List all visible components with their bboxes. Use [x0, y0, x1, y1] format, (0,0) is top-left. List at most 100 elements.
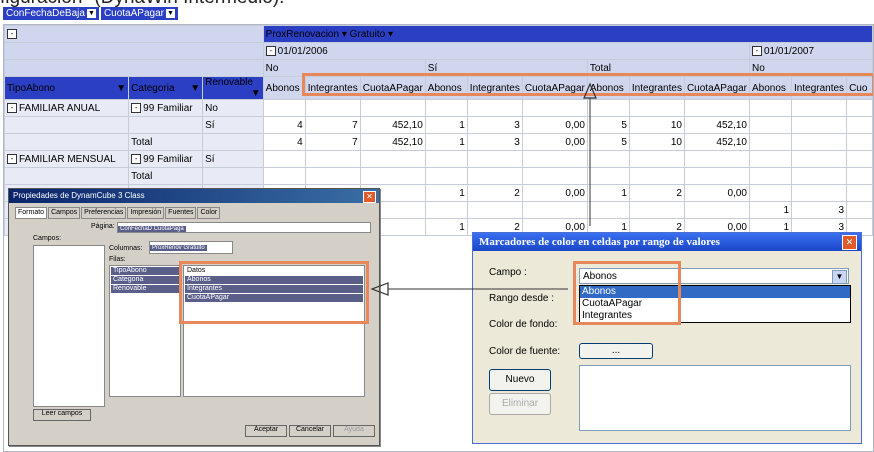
value-cell — [628, 99, 685, 117]
table-row: - FAMILIAR MENSUAL -99 Familiar Sí — [4, 150, 873, 168]
list-item[interactable]: Categoria — [111, 276, 179, 284]
columnas-label: Columnas: — [109, 245, 143, 252]
table-row: Sí 4 7 452,10 1 3 0,00 5 10 452,10 — [4, 116, 873, 134]
row-categoria-label: 99 Familiar — [143, 102, 193, 114]
column-field-gratuito[interactable]: Gratuito — [350, 29, 386, 40]
dropdown-arrow-icon[interactable]: ▼ — [190, 83, 200, 94]
properties-dialog: Propiedades de DynamCube 3 Class ✕ Forma… — [8, 188, 380, 446]
row-renovable-cell: No — [202, 99, 264, 117]
dropdown-arrow-icon[interactable]: ▼ — [251, 88, 261, 99]
value-cell: 0,00 — [521, 116, 588, 134]
value-cell — [586, 201, 630, 219]
datos-highlight — [179, 261, 369, 324]
campo-label: Campo : — [489, 267, 527, 278]
dropdown-arrow-icon[interactable]: ▼ — [86, 9, 96, 18]
grid-corner-blank — [4, 59, 264, 77]
collapse-icon[interactable]: - — [131, 102, 142, 113]
ayuda-button[interactable]: Ayuda — [333, 425, 375, 437]
value-cell — [262, 99, 306, 117]
list-item[interactable]: TipoAbono — [111, 267, 179, 275]
tab-fuentes[interactable]: Fuentes — [165, 207, 197, 219]
value-cell — [466, 167, 523, 185]
chevron-down-icon[interactable]: ▼ — [832, 270, 847, 284]
leer-campos-button[interactable]: Leer campos — [33, 409, 91, 421]
date-header-2006: -01/01/2006 — [262, 42, 751, 60]
aceptar-button[interactable]: Aceptar — [245, 425, 287, 437]
value-cell: 5 — [586, 133, 630, 151]
value-cell: 3 — [466, 133, 523, 151]
collapse-icon[interactable]: - — [265, 45, 276, 56]
collapse-icon[interactable]: - — [7, 28, 17, 39]
pagina-field[interactable]: ConFechaD CuotaPaga — [117, 222, 371, 233]
row-tipo-cell — [4, 167, 130, 185]
tab-color[interactable]: Color — [197, 207, 221, 219]
value-cell: 1 — [424, 218, 468, 236]
value-cell — [521, 201, 588, 219]
value-cell — [791, 133, 848, 151]
value-cell: 5 — [586, 116, 630, 134]
date-label: 01/01/2007 — [764, 45, 815, 57]
value-cell: 0,00 — [521, 184, 588, 202]
collapse-icon[interactable]: - — [7, 153, 17, 164]
options-highlight — [573, 261, 681, 325]
filter-chip-cuotaapagar[interactable]: CuotaAPagar ▼ — [100, 7, 178, 20]
collapse-icon[interactable]: - — [131, 153, 142, 164]
tab-impresion[interactable]: Impresión — [127, 207, 165, 219]
collapse-icon[interactable]: - — [7, 102, 17, 113]
value-cell — [359, 99, 426, 117]
value-cell — [791, 99, 848, 117]
eliminar-button[interactable]: Eliminar — [489, 393, 551, 415]
value-cell: 7 — [304, 116, 361, 134]
value-cell — [586, 150, 630, 168]
row-field-categoria[interactable]: Categoria ▼ — [128, 76, 204, 100]
list-item[interactable]: Renovable — [111, 285, 179, 293]
value-cell — [586, 99, 630, 117]
row-categoria-cell — [128, 116, 204, 134]
dropdown-arrow-icon[interactable]: ▼ — [165, 9, 175, 18]
color-fuente-button[interactable]: ... — [579, 343, 653, 359]
value-cell — [748, 99, 793, 117]
row-categoria-cell: Total — [128, 167, 204, 185]
dropdown-arrow-icon[interactable]: ▼ — [116, 83, 126, 94]
close-icon[interactable]: ✕ — [363, 191, 376, 203]
value-cell — [466, 99, 523, 117]
columnas-field[interactable]: ProxRenov Gratuito — [149, 241, 233, 254]
tab-preferencias[interactable]: Preferencias — [81, 207, 127, 219]
campos-list[interactable] — [33, 245, 105, 407]
table-row: Total — [4, 167, 873, 185]
rango-desde-label: Rango desde : — [489, 293, 555, 304]
value-cell: 1 — [424, 116, 468, 134]
cancelar-button[interactable]: Cancelar — [289, 425, 331, 437]
value-cell — [628, 201, 685, 219]
value-cell — [683, 99, 751, 117]
tab-formato[interactable]: Formato — [15, 207, 48, 219]
row-field-renovable[interactable]: Renovable ▼ — [202, 76, 264, 100]
value-cell — [683, 150, 751, 168]
row-field-tipoabono[interactable]: TipoAbono ▼ — [4, 76, 130, 100]
color-markers-dialog-title: Marcadores de color en celdas por rango … — [473, 233, 861, 251]
row-tipo-cell — [4, 133, 130, 151]
row-renovable-cell: Sí — [202, 150, 264, 168]
value-cell — [304, 99, 361, 117]
pagina-label: Página: — [91, 223, 115, 230]
filas-label: Filas: — [109, 256, 126, 263]
collapse-icon[interactable]: - — [752, 45, 762, 56]
row-tipo-cell: - FAMILIAR MENSUAL — [4, 150, 130, 168]
value-cell — [846, 99, 873, 117]
value-cell: 0,00 — [521, 133, 588, 151]
column-field-proxrenovacion[interactable]: ProxRenovacion — [266, 29, 339, 40]
value-cell — [628, 150, 685, 168]
close-icon[interactable]: ✕ — [842, 235, 857, 250]
value-cell — [262, 150, 306, 168]
nuevo-button[interactable]: Nuevo — [489, 369, 551, 391]
tab-campos[interactable]: Campos — [48, 207, 81, 219]
row-categoria-cell: -99 Familiar — [128, 99, 204, 117]
filas-list[interactable]: TipoAbono Categoria Renovable — [109, 265, 181, 397]
value-cell: 2 — [466, 184, 523, 202]
value-cell — [628, 167, 685, 185]
row-tipo-cell: - FAMILIAR ANUAL — [4, 99, 130, 117]
value-cell — [846, 201, 873, 219]
filter-chip-confechadebaja[interactable]: ConFechaDeBaja ▼ — [3, 7, 99, 20]
value-cell — [846, 116, 873, 134]
markers-list[interactable] — [579, 365, 851, 431]
